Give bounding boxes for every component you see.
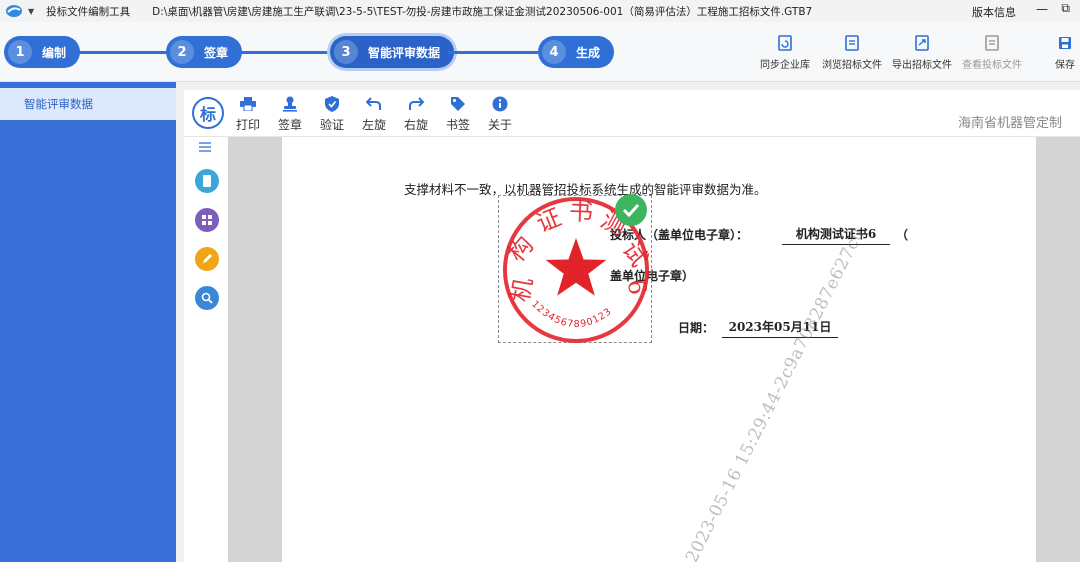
step-smart-review-data[interactable]: 3 智能评审数据: [330, 36, 455, 68]
step-connector: [448, 51, 538, 54]
app-logo-icon: [4, 3, 24, 19]
step-generate[interactable]: 4 生成: [538, 36, 615, 68]
sync-doc-icon: [777, 34, 793, 52]
viewer-side-tools: [184, 137, 228, 562]
export-tender-doc-button[interactable]: 导出招标文件: [892, 34, 952, 71]
print-button[interactable]: 打印: [236, 96, 260, 133]
document-panel: 标 打印 签章 验证 左旋 右旋 书签 关于 海南省机器管定制 支撑材料不一致，…: [184, 90, 1080, 562]
step-bar: 1 编制 2 签章 3 智能评审数据 4 生成 同步企业库 浏览招标文件 导出招…: [0, 22, 1080, 82]
shield-icon: [323, 96, 341, 112]
menu-icon[interactable]: [198, 141, 212, 153]
info-icon: [491, 96, 509, 112]
document-page: 支撑材料不一致，以机器管招投标系统生成的智能评审数据为准。 投标人（盖单位电子章…: [282, 137, 1036, 562]
document-toolbar: 标 打印 签章 验证 左旋 右旋 书签 关于 海南省机器管定制: [184, 90, 1080, 137]
pen-icon[interactable]: [195, 247, 219, 271]
step-number: 4: [542, 40, 566, 64]
step-label: 智能评审数据: [368, 45, 441, 60]
export-doc-icon: [914, 34, 930, 52]
svg-text:构: 构: [502, 231, 539, 267]
step-sign[interactable]: 2 签章: [166, 36, 243, 68]
step-edit[interactable]: 1 编制: [4, 36, 81, 68]
grid-icon[interactable]: [195, 208, 219, 232]
top-action-label: 查看投标文件: [962, 60, 1022, 71]
title-bar: ▼ 投标文件编制工具 D:\桌面\机器管\房建\房建施工生产联调\23-5-5\…: [0, 0, 1080, 22]
bookmark-icon: [449, 96, 467, 112]
browse-doc-icon: [844, 34, 860, 52]
zoom-icon[interactable]: [195, 286, 219, 310]
step-label: 签章: [204, 45, 229, 60]
top-action-label: 保存: [1055, 60, 1075, 71]
paren-open: （: [896, 228, 909, 242]
save-icon: [1057, 34, 1073, 52]
svg-text:6: 6: [622, 277, 652, 297]
app-menu-caret-icon[interactable]: ▼: [28, 7, 34, 16]
svg-text:机: 机: [506, 275, 538, 303]
toolbar-label: 验证: [320, 118, 345, 132]
document-viewer[interactable]: 支撑材料不一致，以机器管招投标系统生成的智能评审数据为准。 投标人（盖单位电子章…: [228, 137, 1080, 562]
app-name: 投标文件编制工具: [46, 5, 131, 18]
date-label: 日期：: [678, 321, 715, 335]
rotate-right-button[interactable]: 右旋: [404, 96, 428, 133]
verify-button[interactable]: 验证: [320, 96, 344, 133]
stamp-button[interactable]: 签章: [278, 96, 302, 133]
file-path: D:\桌面\机器管\房建\房建施工生产联调\23-5-5\TEST-勿投-房建市…: [152, 5, 813, 18]
toolbar-label: 关于: [488, 118, 513, 132]
toolbar-label: 左旋: [362, 118, 387, 132]
view-bid-doc-button[interactable]: 查看投标文件: [962, 34, 1022, 71]
toolbar-label: 打印: [236, 118, 261, 132]
sync-enterprise-lib-button[interactable]: 同步企业库: [760, 34, 810, 71]
toolbar-label: 右旋: [404, 118, 429, 132]
step-number: 3: [334, 40, 358, 64]
bidder-value: 机构测试证书6: [782, 225, 890, 245]
svg-text:书: 书: [569, 198, 594, 227]
save-button[interactable]: 保存: [1055, 34, 1075, 71]
toolbar-label: 签章: [278, 118, 303, 132]
sidebar-item-smart-review-data[interactable]: 智能评审数据: [0, 88, 176, 120]
rotate-right-icon: [407, 96, 425, 112]
step-label: 生成: [576, 45, 601, 60]
restore-button[interactable]: ⧉: [1061, 1, 1070, 16]
custom-edition-label: 海南省机器管定制: [957, 116, 1062, 131]
view-doc-icon: [984, 34, 1000, 52]
bid-logo-icon: 标: [192, 97, 224, 129]
rotate-left-icon: [365, 96, 383, 112]
browse-tender-doc-button[interactable]: 浏览招标文件: [822, 34, 882, 71]
version-info-link[interactable]: 版本信息: [972, 4, 1016, 20]
page-icon[interactable]: [195, 169, 219, 193]
step-connector: [240, 51, 330, 54]
bookmark-button[interactable]: 书签: [446, 96, 470, 133]
step-number: 1: [8, 40, 32, 64]
step-label: 编制: [42, 45, 67, 60]
timestamp-watermark: 2023-05-16 15:29:44-2c9a708287e627c0: [682, 225, 869, 562]
electronic-seal[interactable]: 机 构 证 书 测 试 6 1234567890123: [498, 194, 653, 343]
about-button[interactable]: 关于: [488, 96, 512, 133]
step-connector: [78, 51, 166, 54]
verified-check-icon: [615, 194, 647, 226]
svg-text:1234567890123: 1234567890123: [529, 299, 614, 330]
stamp-icon: [281, 96, 299, 112]
minimize-button[interactable]: —: [1036, 2, 1048, 16]
rotate-left-button[interactable]: 左旋: [362, 96, 386, 133]
toolbar-label: 书签: [446, 118, 471, 132]
sidebar: 智能评审数据: [0, 82, 176, 562]
seal-serial: 1234567890123: [529, 299, 613, 330]
step-number: 2: [170, 40, 194, 64]
top-action-label: 同步企业库: [760, 60, 810, 71]
print-icon: [239, 96, 257, 112]
top-action-label: 导出招标文件: [892, 60, 952, 71]
top-action-label: 浏览招标文件: [822, 60, 882, 71]
